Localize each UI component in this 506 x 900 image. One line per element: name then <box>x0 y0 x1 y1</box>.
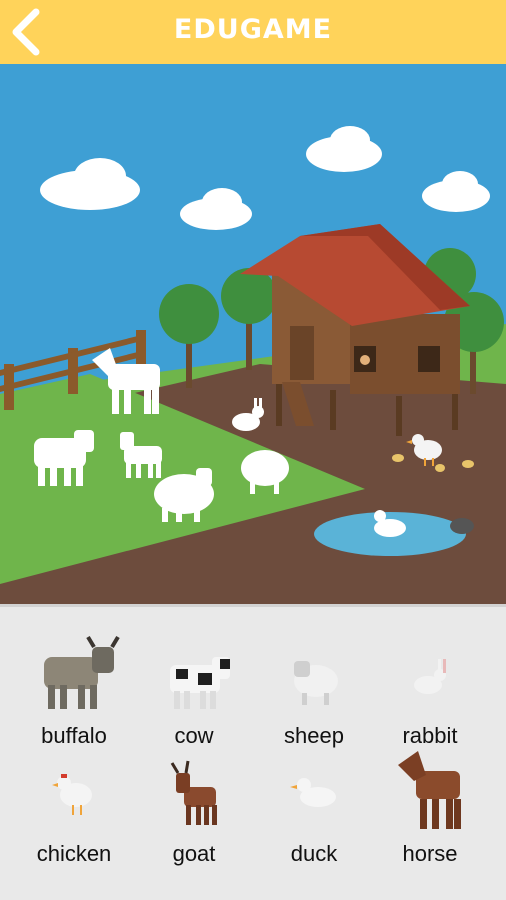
animal-card-duck[interactable]: duck <box>254 747 374 866</box>
animal-card-rabbit[interactable]: rabbit <box>370 629 490 748</box>
sheep-icon <box>294 661 338 705</box>
farm-scene <box>0 64 506 604</box>
page-title: EDUGAME <box>173 14 333 45</box>
animal-label: horse <box>402 841 458 866</box>
animal-label: rabbit <box>402 723 458 748</box>
cow-icon <box>170 657 230 709</box>
animal-label: sheep <box>284 723 344 748</box>
animal-label: duck <box>290 841 338 866</box>
chicken-icon <box>52 774 92 815</box>
animal-card-cow[interactable]: cow <box>134 629 254 748</box>
animal-label: chicken <box>36 841 112 866</box>
animal-label: goat <box>172 841 216 866</box>
animal-card-goat[interactable]: goat <box>134 747 254 866</box>
animal-label: cow <box>174 723 214 748</box>
horse-icon <box>398 751 461 829</box>
duck-icon <box>290 778 336 807</box>
animal-card-chicken[interactable]: chicken <box>14 747 134 866</box>
rabbit-icon <box>414 659 446 694</box>
animal-tray: buffalo cow sheep rabbit chicken goat du… <box>0 604 506 900</box>
animal-card-buffalo[interactable]: buffalo <box>14 629 134 748</box>
animal-card-sheep[interactable]: sheep <box>254 629 374 748</box>
goat-icon <box>170 760 217 825</box>
animal-card-horse[interactable]: horse <box>370 747 490 866</box>
animal-label: buffalo <box>41 723 107 748</box>
buffalo-icon <box>44 635 120 709</box>
header-bar: EDUGAME <box>0 0 506 64</box>
